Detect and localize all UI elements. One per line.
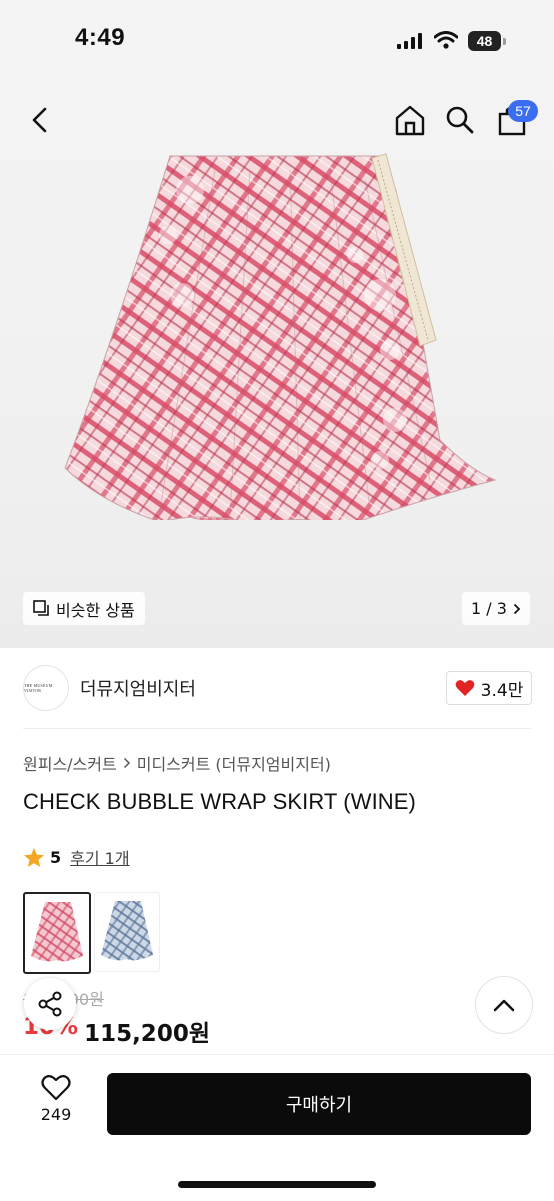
brand-logo-text: THE MUSEUM VISITOR xyxy=(24,683,53,693)
chevron-left-icon xyxy=(32,107,47,133)
brand-logo[interactable]: THE MUSEUM VISITOR xyxy=(23,665,69,711)
rating-row: 5 후기 1개 xyxy=(23,845,130,869)
status-time: 4:49 xyxy=(75,24,126,51)
product-main-image xyxy=(64,153,497,520)
back-button[interactable] xyxy=(22,102,58,138)
search-icon xyxy=(446,106,474,134)
divider xyxy=(23,728,531,729)
similar-products-label: 비슷한 상품 xyxy=(56,600,135,620)
home-indicator xyxy=(178,1181,376,1188)
image-pager[interactable]: 1 / 3 xyxy=(462,592,530,625)
buy-button[interactable]: 구매하기 xyxy=(107,1073,531,1135)
similar-products-button[interactable]: 비슷한 상품 xyxy=(23,592,145,625)
brand-name[interactable]: 더뮤지엄비지터 xyxy=(80,675,196,701)
review-link[interactable]: 후기 1개 xyxy=(70,845,129,869)
heart-outline-icon xyxy=(41,1075,71,1101)
wishlist-count: 249 xyxy=(40,1105,72,1124)
wishlist-button[interactable]: 249 xyxy=(28,1074,84,1134)
breadcrumb: 원피스/스커트 미디스커트 (더뮤지엄비지터) xyxy=(23,751,331,775)
chevron-right-icon xyxy=(123,757,130,769)
share-icon xyxy=(38,991,62,1017)
brand-like-count: 3.4만 xyxy=(480,680,524,701)
brand-like-button[interactable]: 3.4만 xyxy=(446,671,532,705)
breadcrumb-subcategory[interactable]: 미디스커트 (더뮤지엄비지터) xyxy=(137,751,331,775)
cart-count-badge: 57 xyxy=(508,100,538,122)
similar-items-icon xyxy=(33,600,49,616)
battery-level: 48 xyxy=(468,31,501,51)
scroll-to-top-button[interactable] xyxy=(475,976,533,1034)
rating-score: 5 xyxy=(50,847,62,867)
heart-filled-icon xyxy=(455,680,475,696)
home-button[interactable] xyxy=(392,102,428,138)
home-icon xyxy=(395,105,425,136)
thumbnail-blue-image xyxy=(101,901,153,961)
battery-icon: 48 xyxy=(468,31,508,51)
sale-price: 115,200원 xyxy=(84,1021,210,1047)
breadcrumb-category[interactable]: 원피스/스커트 xyxy=(23,751,117,775)
image-pager-count: 1 / 3 xyxy=(471,599,507,618)
color-option-wine[interactable] xyxy=(23,892,91,974)
thumbnail-wine-image xyxy=(31,902,83,962)
wifi-icon xyxy=(434,31,458,49)
share-button[interactable] xyxy=(24,978,76,1030)
color-option-blue[interactable] xyxy=(94,892,160,972)
product-title: CHECK BUBBLE WRAP SKIRT (WINE) xyxy=(23,789,416,814)
star-icon xyxy=(24,847,44,867)
chevron-right-icon xyxy=(513,603,521,614)
search-button[interactable] xyxy=(442,102,478,138)
signal-icon xyxy=(397,33,422,49)
chevron-up-icon xyxy=(493,999,515,1012)
